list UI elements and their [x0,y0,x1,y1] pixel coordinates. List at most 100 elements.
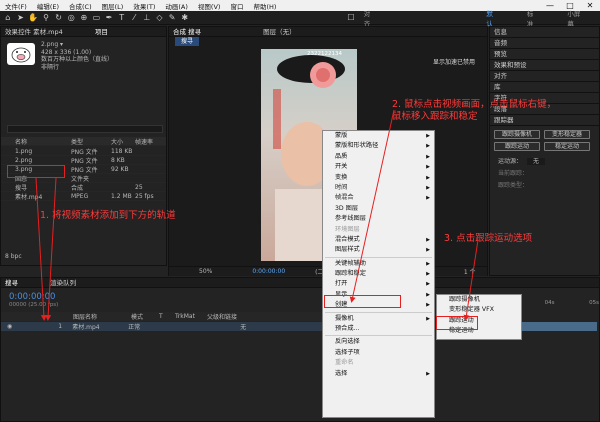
menu-file[interactable]: 文件(F) [0,1,32,11]
context-menu-item[interactable]: 开关 ▶ [323,162,434,172]
col-trkmat[interactable]: TrkMat [175,313,207,320]
rotate-tool-icon[interactable]: ↻ [54,13,64,23]
col-fps[interactable]: 帧速率 [135,137,165,146]
track-camera-button[interactable]: 跟踪摄像机 [494,130,540,139]
roto-tool-icon[interactable]: ✎ [167,13,177,23]
context-menu-item[interactable]: 蒙版和形状路径 ▶ [323,141,434,151]
bpc-label[interactable]: 8 bpc [5,253,22,260]
stabilize-motion-button[interactable]: 稳定运动 [544,142,590,151]
submenu-arrow-icon: ▶ [426,281,430,288]
file-name[interactable]: 2.png ▾ [41,41,113,49]
motion-source-select[interactable]: 无 [526,158,545,165]
context-menu-item[interactable]: 图层样式 ▶ [323,245,434,255]
context-menu-item[interactable]: 关键帧辅助 ▶ [323,259,434,269]
warp-stabilizer-button[interactable]: 变形稳定器 [544,130,590,139]
menu-effect[interactable]: 效果(T) [128,1,160,11]
submenu-item[interactable]: 变形稳定器 VFX [437,305,521,315]
context-menu-item[interactable]: 混合模式 ▶ [323,235,434,245]
stamp-tool-icon[interactable]: ⊥ [142,13,152,23]
project-item[interactable]: 素材.mp4 MPEG 1.2 MB 25 fps [1,192,166,201]
context-menu-item[interactable]: 反向选择 [323,337,434,347]
context-menu-item[interactable]: 跟踪和稳定 ▶ [323,269,434,279]
context-menu-item[interactable]: 时间 ▶ [323,183,434,193]
workspace-small-screen[interactable]: 小屏幕 [553,8,600,28]
tab-project[interactable]: 项目 [95,28,108,36]
col-parent[interactable]: 父级和链接 [207,312,237,321]
right-panel-item[interactable]: 库 [490,82,599,93]
context-menu-item[interactable]: 预合成... [323,324,434,334]
col-type[interactable]: 类型 [71,137,111,146]
menu-help[interactable]: 帮助(H) [248,1,281,11]
menu-window[interactable]: 窗口 [225,1,248,11]
right-panel-item[interactable]: 预览 [490,49,599,60]
right-panel-item[interactable]: 跟踪器 [490,115,599,126]
context-menu-item[interactable]: 摄像机 ▶ [323,314,434,324]
comp-inner-tab[interactable]: 搜寻 [175,37,200,46]
zoom-select[interactable]: 50% [199,268,212,275]
context-menu-label: 重命名 [335,359,354,367]
pan-tool-icon[interactable]: ⊕ [79,13,89,23]
context-menu-item[interactable]: 选择子项 [323,348,434,358]
col-mode[interactable]: 模式 [131,312,159,321]
menu-view[interactable]: 视图(V) [193,1,226,11]
eye-icon[interactable]: ◉ [7,323,12,330]
col-layer-name[interactable]: 图层名称 [73,312,131,321]
col-size[interactable]: 大小 [111,137,135,146]
snap-checkbox-icon[interactable]: ☐ [346,13,356,23]
tab-timeline-comp[interactable]: 搜寻 [5,279,18,287]
project-search-input[interactable] [7,125,163,133]
context-menu-item[interactable]: 重命名 [323,358,434,368]
context-menu-item[interactable]: 参考线图层 [323,214,434,224]
context-menu-item[interactable]: 选择 ▶ [323,369,434,379]
brush-tool-icon[interactable]: ⁄ [129,13,139,23]
context-menu-item[interactable]: 帧混合 ▶ [323,193,434,203]
track-motion-button[interactable]: 跟踪运动 [494,142,540,151]
menu-composition[interactable]: 合成(C) [64,1,97,11]
layer-mode-select[interactable]: 正常 [128,322,172,331]
right-panel-item[interactable]: 音频 [490,38,599,49]
workspace-default[interactable]: 默认 [472,8,512,28]
context-menu-item[interactable]: 环境图层 [323,225,434,235]
tab-effect-controls[interactable]: 效果控件 素材.mp4 [5,28,63,36]
highlight-footage-item [7,165,65,178]
comp-time[interactable]: 0:00:00:00 [252,268,285,275]
right-panel-item[interactable]: 效果和预设 [490,60,599,71]
selection-tool-icon[interactable]: ➤ [16,13,26,23]
rectangle-tool-icon[interactable]: ▭ [92,13,102,23]
home-icon[interactable]: ⌂ [3,13,13,23]
hand-tool-icon[interactable]: ✋ [28,13,38,23]
pen-tool-icon[interactable]: ✒ [104,13,114,23]
layer-name[interactable]: 素材.mp4 [72,322,128,331]
layer-parent-select[interactable]: 无 [240,322,246,331]
menu-layer[interactable]: 图层(L) [97,1,129,11]
view-count-select[interactable]: 1 个 [464,267,476,276]
right-panel-item[interactable]: 对齐 [490,71,599,82]
context-menu-item[interactable]: 变换 ▶ [323,173,434,183]
tab-layer[interactable]: 图层（无） [263,28,296,36]
menu-edit[interactable]: 编辑(E) [32,1,64,11]
menu-animation[interactable]: 动画(A) [160,1,193,11]
eraser-tool-icon[interactable]: ◇ [155,13,165,23]
col-name[interactable]: 名称 [1,137,71,146]
workspace-standard[interactable]: 标准 [513,8,553,28]
camera-tool-icon[interactable]: ◎ [66,13,76,23]
timeline-frame-info: 00000 (25.00 fps) [9,302,59,308]
context-menu-label: 摄像机 [335,314,354,322]
tab-comp[interactable]: 合成 搜寻 [173,28,201,36]
timeline-timecode[interactable]: 0:00:00:00 [9,292,55,302]
timeline-layer-row[interactable]: ◉ 1 素材.mp4 正常 无 [1,322,331,331]
col-t[interactable]: T [159,313,175,320]
track-type-label: 跟踪类型： [498,182,529,189]
context-menu-item[interactable]: 3D 图层 [323,204,434,214]
submenu-item[interactable]: 跟踪摄像机 [437,295,521,305]
right-panel-item[interactable]: 信息 [490,27,599,38]
context-menu-item[interactable]: 品质 ▶ [323,152,434,162]
tab-render-queue[interactable]: 渲染队列 [50,279,76,287]
gpu-status: 显示加速已禁用 [433,59,476,66]
text-tool-icon[interactable]: T [117,13,127,23]
pin-tool-icon[interactable]: ✱ [180,13,190,23]
project-item-fps: 25 [135,183,143,191]
context-menu-item[interactable]: 打开 ▶ [323,279,434,289]
context-menu-item[interactable]: 蒙版 ▶ [323,131,434,141]
zoom-tool-icon[interactable]: ⚲ [41,13,51,23]
